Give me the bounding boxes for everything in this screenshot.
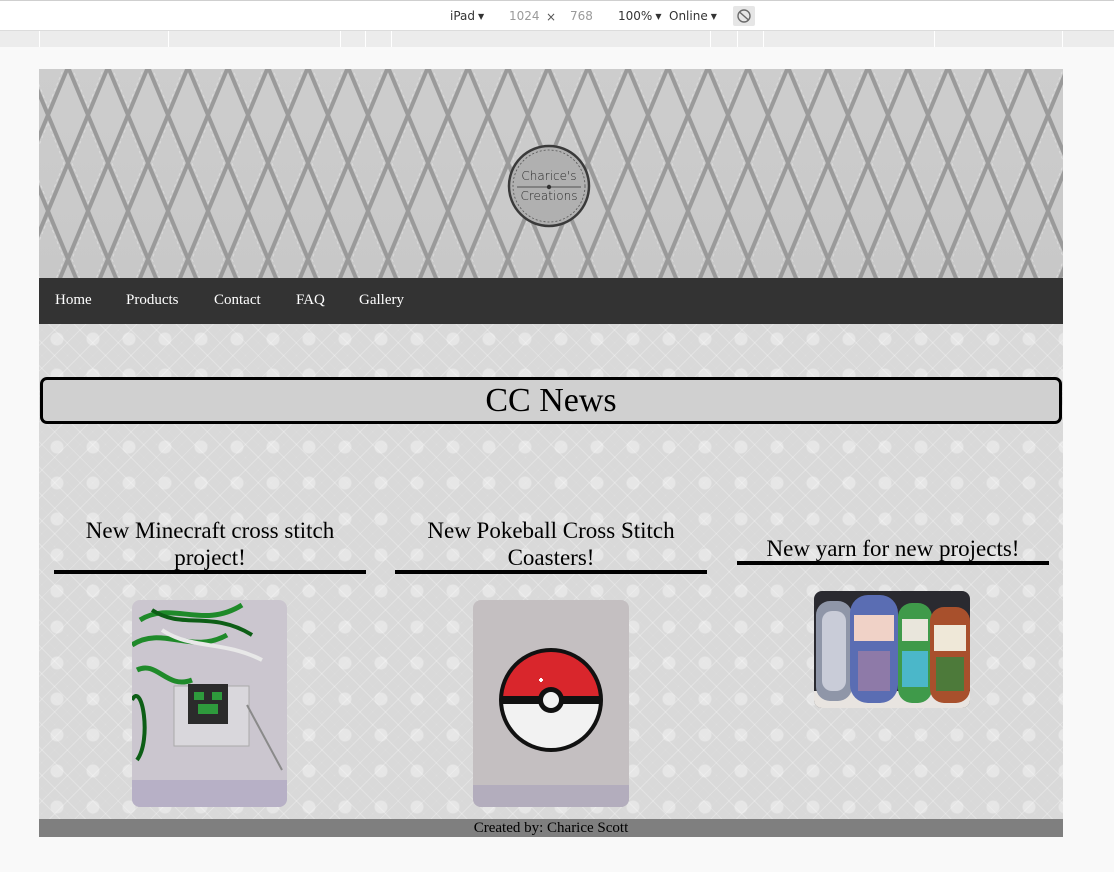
media-query-ruler [0, 31, 1114, 47]
logo [507, 144, 591, 228]
network-label: Online [669, 9, 708, 23]
site-footer: Created by: Charice Scott [39, 819, 1063, 837]
dimension-separator: × [546, 10, 557, 24]
rotate-icon [737, 9, 751, 23]
news-title: New Minecraft cross stitch project! [85, 518, 335, 570]
news-item-pokeball: New Pokeball Cross Stitch Coasters! [395, 499, 707, 807]
chevron-down-icon: ▼ [478, 12, 485, 21]
pokeball-coaster-photo [473, 600, 629, 807]
main-navbar: Home Products Contact FAQ Gallery [39, 278, 1063, 324]
zoom-select[interactable]: 100% ▼ [618, 9, 661, 23]
news-heading-box: CC News [40, 377, 1062, 424]
news-divider [395, 570, 707, 574]
page-title: CC News [485, 382, 617, 419]
zoom-label: 100% [618, 9, 653, 23]
nav-gallery[interactable]: Gallery [359, 292, 404, 309]
page-viewport: Charice's Creations Home Products Contac… [39, 69, 1063, 837]
news-item-minecraft: New Minecraft cross stitch project! [54, 499, 366, 807]
rotate-button[interactable] [733, 6, 755, 26]
nav-home[interactable]: Home [55, 292, 92, 309]
device-select[interactable]: iPad ▼ [450, 9, 484, 23]
height-field[interactable]: 768 [570, 9, 593, 23]
device-label: iPad [450, 9, 476, 23]
minecraft-cross-stitch-photo [132, 600, 287, 807]
network-select[interactable]: Online ▼ [669, 9, 717, 23]
news-title: New yarn for new projects! [766, 536, 1020, 561]
logo-text-top: Charice's [521, 169, 577, 183]
news-title: New Pokeball Cross Stitch Coasters! [427, 518, 675, 570]
width-field[interactable]: 1024 [509, 9, 540, 23]
nav-faq[interactable]: FAQ [296, 292, 325, 309]
yarn-skeins-photo [814, 591, 970, 708]
news-divider [737, 561, 1049, 565]
devtools-toolbar: iPad ▼ 1024 × 768 100% ▼ Online ▼ [0, 0, 1114, 31]
nav-contact[interactable]: Contact [214, 292, 261, 309]
news-divider [54, 570, 366, 574]
news-item-yarn: New yarn for new projects! [737, 499, 1049, 708]
header-banner: Charice's Creations [39, 69, 1063, 278]
nav-products[interactable]: Products [126, 292, 179, 309]
chevron-down-icon: ▼ [655, 12, 662, 21]
logo-text-bottom: Creations [520, 189, 578, 203]
chevron-down-icon: ▼ [710, 12, 717, 21]
